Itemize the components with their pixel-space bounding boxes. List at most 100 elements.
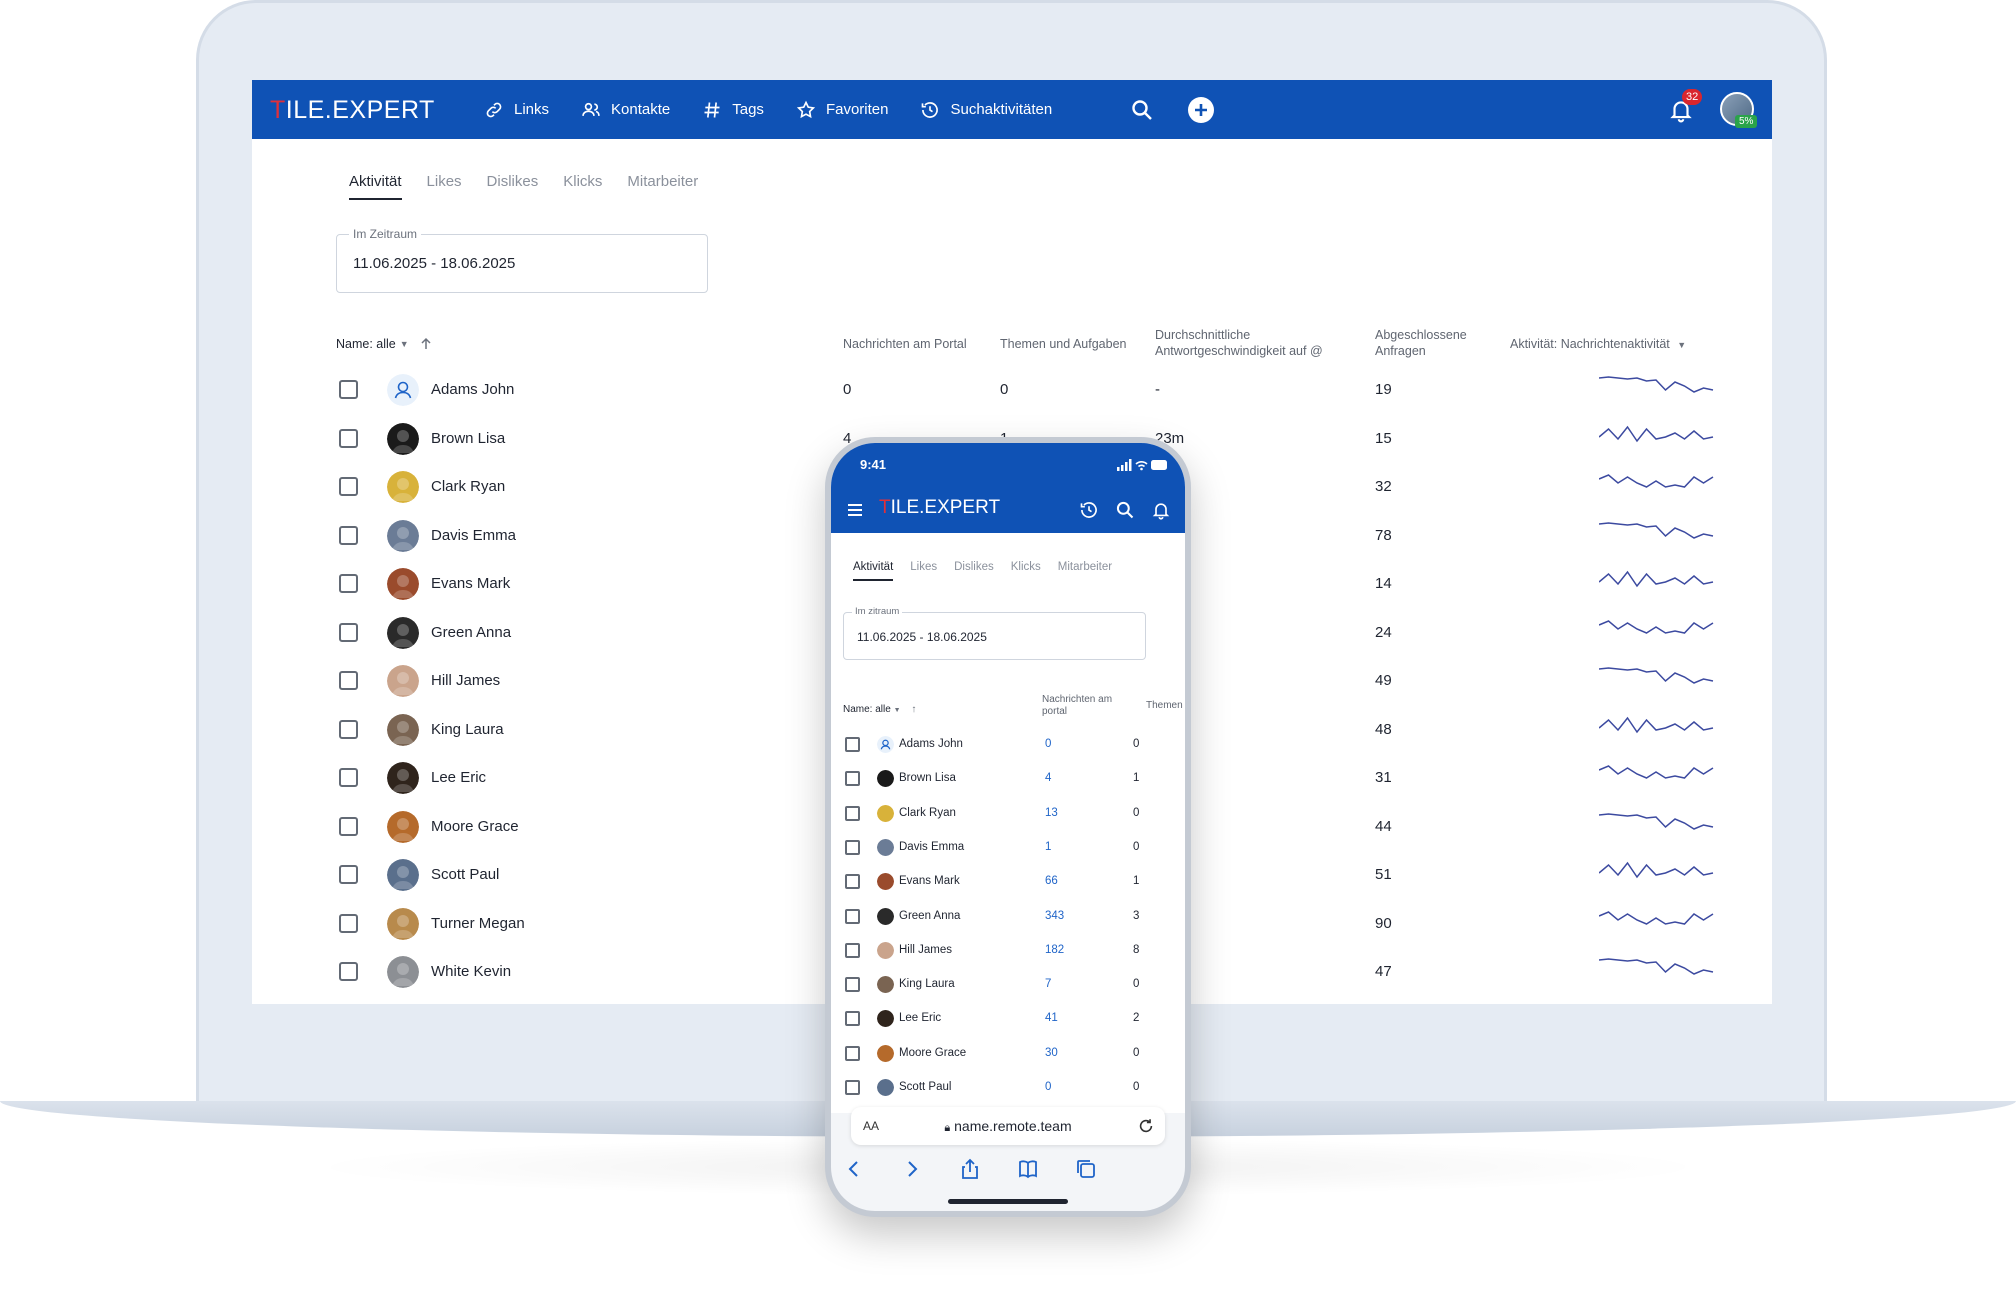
list-item[interactable]: Evans Mark 66 1: [843, 865, 1183, 899]
header-messages[interactable]: Nachrichten am Portal: [843, 336, 967, 352]
phone-tab-dislikes[interactable]: Dislikes: [954, 561, 994, 581]
list-item[interactable]: Moore Grace 30 0: [843, 1037, 1183, 1071]
row-checkbox[interactable]: [339, 719, 358, 739]
back-icon[interactable]: [843, 1158, 865, 1180]
user-name[interactable]: Clark Ryan: [899, 807, 956, 819]
add-icon[interactable]: [1187, 96, 1215, 124]
cell-messages[interactable]: 66: [1045, 875, 1058, 887]
phone-header-topics[interactable]: Themen: [1146, 700, 1183, 712]
user-name[interactable]: Clark Ryan: [431, 478, 505, 495]
cell-messages[interactable]: 41: [1045, 1012, 1058, 1024]
row-checkbox[interactable]: [845, 737, 860, 752]
sort-arrow-up-icon[interactable]: ↑: [911, 704, 916, 715]
tab-dislikes[interactable]: Dislikes: [487, 173, 539, 200]
row-checkbox[interactable]: [339, 477, 358, 496]
tabs-icon[interactable]: [1075, 1158, 1097, 1180]
user-name[interactable]: Evans Mark: [899, 875, 960, 887]
phone-tab-employees[interactable]: Mitarbeiter: [1058, 561, 1112, 581]
hamburger-menu-icon[interactable]: [845, 500, 865, 520]
user-name[interactable]: Green Anna: [899, 910, 960, 922]
user-name[interactable]: Hill James: [899, 944, 952, 956]
cell-messages[interactable]: 182: [1045, 944, 1064, 956]
tab-likes[interactable]: Likes: [427, 173, 462, 200]
row-checkbox[interactable]: [339, 671, 358, 690]
tab-activity[interactable]: Aktivität: [349, 173, 402, 200]
user-name[interactable]: King Laura: [431, 721, 504, 738]
user-name[interactable]: Adams John: [431, 381, 514, 398]
user-name[interactable]: Moore Grace: [899, 1047, 966, 1059]
list-item[interactable]: Hill James 182 8: [843, 934, 1183, 968]
user-name[interactable]: Lee Eric: [899, 1012, 941, 1024]
row-checkbox[interactable]: [845, 1080, 860, 1095]
header-closed-requests[interactable]: Abgeschlossene Anfragen: [1375, 327, 1467, 359]
tab-employees[interactable]: Mitarbeiter: [627, 173, 698, 200]
list-item[interactable]: Brown Lisa 4 1: [843, 762, 1183, 796]
forward-icon[interactable]: [901, 1158, 923, 1180]
user-name[interactable]: Evans Mark: [431, 575, 510, 592]
row-checkbox[interactable]: [339, 525, 358, 545]
tab-clicks[interactable]: Klicks: [563, 173, 602, 200]
row-checkbox[interactable]: [845, 908, 860, 924]
list-item[interactable]: Lee Eric 41 2: [843, 1002, 1183, 1036]
user-name[interactable]: Davis Emma: [899, 841, 964, 853]
row-checkbox[interactable]: [339, 574, 358, 593]
table-row[interactable]: Adams John 0 0 - 19: [336, 366, 1736, 414]
nav-favorites[interactable]: Favoriten: [796, 100, 888, 120]
user-name[interactable]: Davis Emma: [431, 527, 516, 544]
cell-messages[interactable]: 0: [1045, 738, 1051, 750]
row-checkbox[interactable]: [845, 771, 860, 787]
phone-header-messages[interactable]: Nachrichten am portal: [1042, 694, 1112, 718]
row-checkbox[interactable]: [339, 768, 358, 787]
bell-icon[interactable]: [1151, 500, 1171, 520]
nav-tags[interactable]: Tags: [702, 100, 764, 120]
browser-address-bar[interactable]: AA 🔒︎ name.remote.team: [851, 1107, 1165, 1145]
user-name[interactable]: Brown Lisa: [899, 772, 956, 784]
phone-app-logo[interactable]: TILE.EXPERT: [879, 497, 1000, 519]
list-item[interactable]: Davis Emma 1 0: [843, 831, 1183, 865]
header-topics[interactable]: Themen und Aufgaben: [1000, 336, 1127, 352]
cell-messages[interactable]: 1: [1045, 841, 1051, 853]
user-name[interactable]: Scott Paul: [899, 1081, 951, 1093]
nav-search-activity[interactable]: Suchaktivitäten: [920, 100, 1052, 120]
list-item[interactable]: Green Anna 343 3: [843, 900, 1183, 934]
name-filter[interactable]: Name: alle ▼: [336, 336, 433, 352]
row-checkbox[interactable]: [339, 913, 358, 933]
row-checkbox[interactable]: [845, 874, 860, 890]
user-name[interactable]: Moore Grace: [431, 818, 519, 835]
phone-tab-clicks[interactable]: Klicks: [1011, 561, 1041, 581]
app-logo[interactable]: TILE.EXPERT: [270, 96, 435, 125]
row-checkbox[interactable]: [845, 839, 860, 855]
search-icon[interactable]: [1130, 98, 1154, 122]
cell-messages[interactable]: 4: [1045, 772, 1051, 784]
user-name[interactable]: Green Anna: [431, 624, 511, 641]
bookmarks-icon[interactable]: [1017, 1158, 1039, 1180]
row-checkbox[interactable]: [339, 622, 358, 642]
user-name[interactable]: Turner Megan: [431, 915, 525, 932]
share-icon[interactable]: [959, 1158, 981, 1180]
reload-icon[interactable]: [1137, 1117, 1155, 1135]
user-name[interactable]: King Laura: [899, 978, 955, 990]
row-checkbox[interactable]: [339, 380, 358, 399]
row-checkbox[interactable]: [845, 942, 860, 958]
row-checkbox[interactable]: [845, 805, 860, 821]
header-avg-response[interactable]: Durchschnittliche Antwortgeschwindigkeit…: [1155, 327, 1323, 359]
nav-contacts[interactable]: Kontakte: [581, 100, 670, 120]
phone-period-field[interactable]: Im zitraum 11.06.2025 - 18.06.2025: [843, 606, 1146, 660]
row-checkbox[interactable]: [339, 865, 358, 884]
phone-name-filter[interactable]: Name: alle ▼ ↑: [843, 704, 916, 717]
user-name[interactable]: White Kevin: [431, 963, 511, 980]
row-checkbox[interactable]: [339, 428, 358, 448]
row-checkbox[interactable]: [339, 962, 358, 981]
user-name[interactable]: Hill James: [431, 672, 500, 689]
phone-tab-likes[interactable]: Likes: [910, 561, 937, 581]
cell-messages[interactable]: 343: [1045, 910, 1064, 922]
user-name[interactable]: Brown Lisa: [431, 430, 505, 447]
list-item[interactable]: Clark Ryan 13 0: [843, 797, 1183, 831]
cell-messages[interactable]: 13: [1045, 807, 1058, 819]
cell-messages[interactable]: 0: [1045, 1081, 1051, 1093]
phone-tab-activity[interactable]: Aktivität: [853, 561, 894, 581]
nav-links[interactable]: Links: [484, 100, 549, 120]
history-icon[interactable]: [1079, 500, 1099, 520]
list-item[interactable]: King Laura 7 0: [843, 968, 1183, 1002]
row-checkbox[interactable]: [845, 1011, 860, 1027]
